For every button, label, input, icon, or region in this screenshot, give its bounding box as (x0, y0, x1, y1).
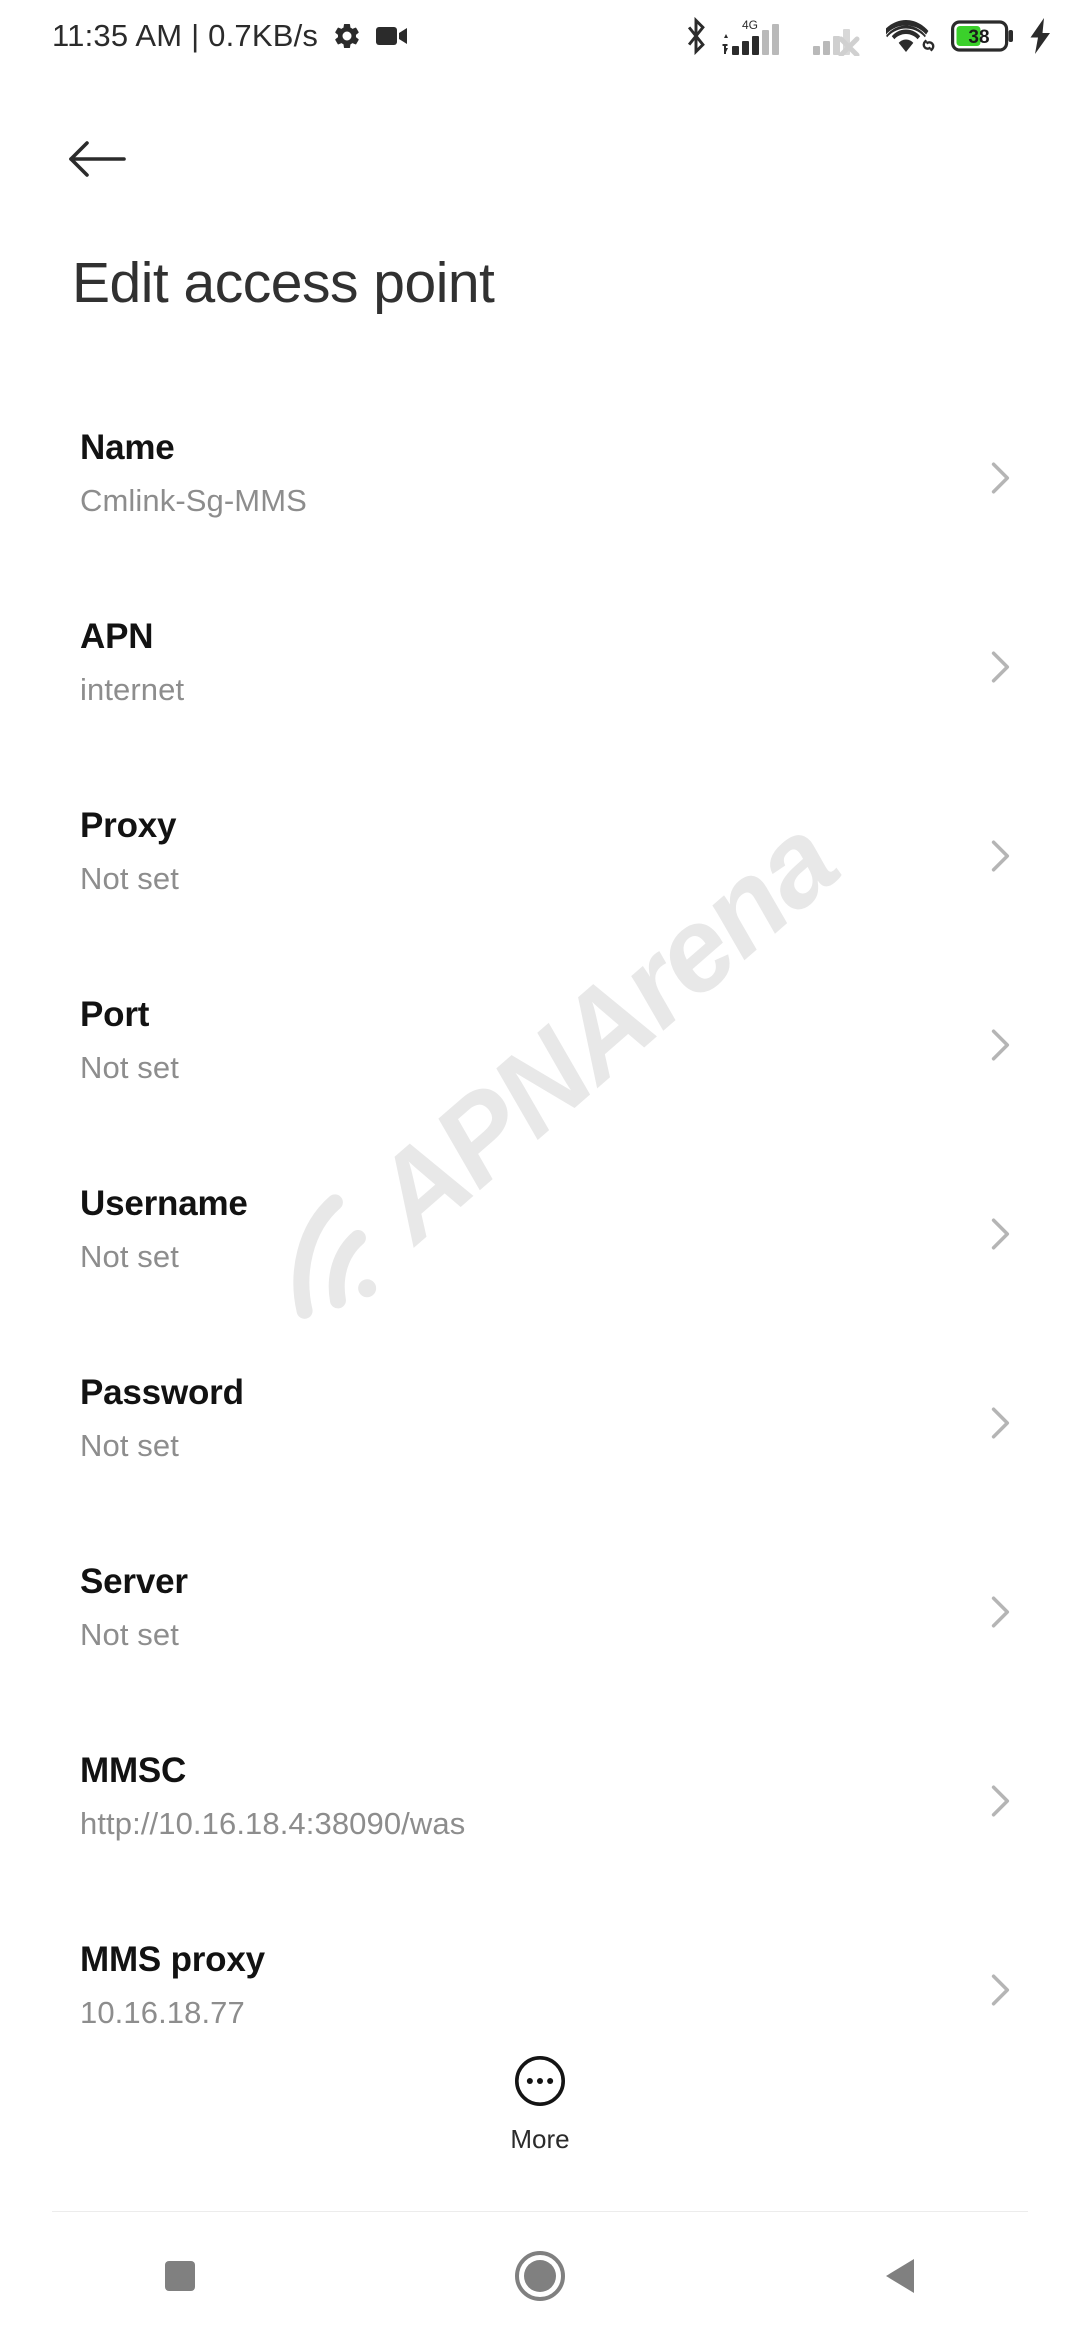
page-title: Edit access point (72, 251, 495, 315)
back-button[interactable] (58, 120, 136, 198)
link-icon (922, 39, 935, 52)
battery-level-text: 38 (968, 27, 989, 48)
list-item[interactable]: Server Not set (0, 1538, 1080, 1727)
nav-recents-button[interactable] (105, 2212, 255, 2340)
back-triangle-icon (886, 2259, 914, 2293)
recents-square-icon (165, 2261, 195, 2291)
row-title: Port (80, 995, 150, 1034)
row-title: Name (80, 428, 175, 467)
svg-text:4G: 4G (742, 18, 758, 32)
navigation-bar (0, 2212, 1080, 2340)
home-circle-icon (515, 2251, 565, 2301)
list-item[interactable]: Password Not set (0, 1349, 1080, 1538)
signal-bars-icon: 4G (722, 18, 779, 55)
row-title: Server (80, 1562, 188, 1601)
row-value: internet (80, 672, 185, 707)
row-title: APN (80, 617, 154, 656)
more-button[interactable]: More (0, 2052, 1080, 2155)
battery-icon: 38 (951, 20, 1013, 52)
chevron-right-icon (991, 1029, 1010, 1061)
row-value: 10.16.18.77 (80, 1995, 245, 2030)
chevron-right-icon (991, 1218, 1010, 1250)
row-title: Username (80, 1184, 248, 1223)
list-item[interactable]: Name Cmlink-Sg-MMS (0, 404, 1080, 593)
video-camera-icon (376, 27, 408, 45)
row-title: MMSC (80, 1751, 187, 1790)
list-item[interactable]: MMSC http://10.16.18.4:38090/was (0, 1727, 1080, 1916)
chevron-right-icon (991, 651, 1010, 683)
wifi-icon (886, 20, 935, 52)
nav-back-button[interactable] (825, 2212, 975, 2340)
settings-list: Name Cmlink-Sg-MMS APN internet Proxy No… (0, 404, 1080, 2105)
more-circle-icon (514, 2055, 566, 2107)
list-item[interactable]: Proxy Not set (0, 782, 1080, 971)
row-title: Proxy (80, 806, 177, 845)
row-value: Cmlink-Sg-MMS (80, 483, 307, 518)
chevron-right-icon (991, 1407, 1010, 1439)
chevron-right-icon (991, 1974, 1010, 2006)
row-value: Not set (80, 861, 179, 896)
chevron-right-icon (991, 462, 1010, 494)
row-value: Not set (80, 1428, 179, 1463)
back-arrow-icon (69, 141, 126, 177)
chevron-right-icon (991, 840, 1010, 872)
list-item[interactable]: Username Not set (0, 1160, 1080, 1349)
status-clock: 11:35 AM | 0.7KB/s (52, 18, 319, 53)
row-value: Not set (80, 1617, 179, 1652)
status-bar-left: 11:35 AM | 0.7KB/s (52, 18, 408, 54)
signal-bars-no-service-icon (813, 29, 860, 56)
bluetooth-icon (687, 17, 705, 55)
chevron-right-icon (991, 1785, 1010, 1817)
row-value: Not set (80, 1239, 179, 1274)
status-bar: 11:35 AM | 0.7KB/s 4G 38 (0, 0, 1080, 72)
row-title: MMS proxy (80, 1940, 265, 1979)
chevron-right-icon (991, 1596, 1010, 1628)
nav-home-button[interactable] (465, 2212, 615, 2340)
list-item[interactable]: APN internet (0, 593, 1080, 782)
gear-icon (335, 23, 359, 49)
row-title: Password (80, 1373, 244, 1412)
row-value: Not set (80, 1050, 179, 1085)
more-button-label: More (510, 2124, 570, 2154)
charging-bolt-icon (1030, 18, 1050, 54)
status-bar-right: 4G 38 (683, 16, 1054, 56)
row-value: http://10.16.18.4:38090/was (80, 1806, 466, 1841)
list-item[interactable]: Port Not set (0, 971, 1080, 1160)
phone-screen: 11:35 AM | 0.7KB/s 4G 38 Edit access poi… (0, 0, 1080, 2340)
